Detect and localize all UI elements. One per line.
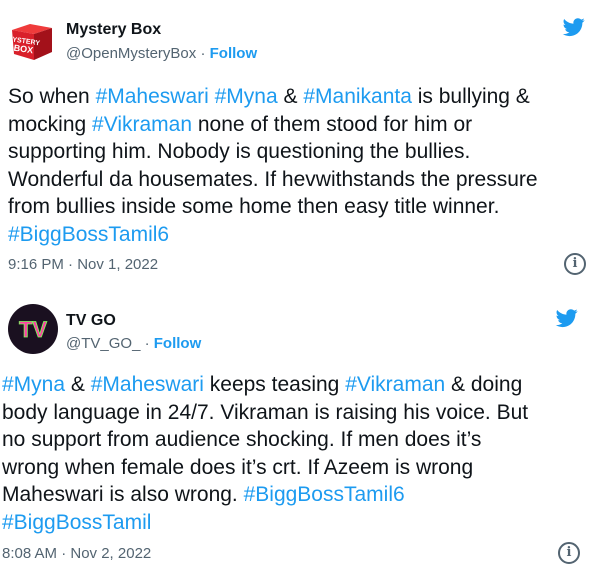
tweet-text-segment: body language in 24/7. Vikraman is raisi… bbox=[2, 400, 529, 424]
author-handle[interactable]: @TV_GO_ bbox=[66, 335, 140, 352]
follow-button[interactable]: Follow bbox=[154, 335, 202, 352]
tv-go-avatar[interactable]: TV bbox=[8, 304, 58, 354]
tweet-text-line: So when #Maheswari #Myna & #Manikanta is… bbox=[8, 83, 538, 111]
tweet-text-segment: So when bbox=[8, 85, 96, 108]
tweet-text-line: Wonderful da housemates. If hevwithstand… bbox=[8, 166, 538, 194]
hashtag-link[interactable]: #Vikraman bbox=[345, 373, 445, 396]
twitter-bird-icon[interactable] bbox=[561, 16, 587, 38]
hashtag-link[interactable]: #Maheswari bbox=[91, 373, 204, 396]
hashtag-link[interactable]: #Manikanta bbox=[303, 85, 412, 108]
hashtag-link[interactable]: #BiggBossTamil bbox=[2, 511, 151, 534]
tweet-text-line: Maheswari is also wrong. #BiggBossTamil6 bbox=[2, 481, 528, 509]
separator-dot: · bbox=[200, 45, 206, 62]
hashtag-link[interactable]: #BiggBossTamil6 bbox=[8, 223, 169, 246]
author-name[interactable]: Mystery Box bbox=[66, 21, 161, 39]
tweet-card: MYSTERY BOX Mystery Box @OpenMysteryBox … bbox=[0, 0, 597, 289]
tweet-text-segment: Wonderful da housemates. If hevwithstand… bbox=[8, 167, 538, 191]
tweet-text-segment: no support from audience shocking. If me… bbox=[2, 428, 482, 451]
tweet-text-segment: keeps teasing bbox=[203, 373, 346, 396]
twitter-bird-icon[interactable] bbox=[554, 307, 580, 329]
tweet-text-line: no support from audience shocking. If me… bbox=[2, 426, 528, 454]
tweet-text-segment: & bbox=[277, 85, 304, 108]
tweet-text: #Myna & #Maheswari keeps teasing #Vikram… bbox=[2, 371, 528, 536]
tweet-text-segment: none of them stood for him or bbox=[192, 112, 473, 136]
author-handle-line: @OpenMysteryBox · Follow bbox=[66, 45, 257, 62]
hashtag-link[interactable]: #BiggBossTamil6 bbox=[244, 483, 405, 506]
mystery-box-avatar[interactable]: MYSTERY BOX bbox=[8, 14, 56, 62]
tweet-text-segment: from bullies inside some home then easy … bbox=[8, 195, 500, 218]
separator-dot: · bbox=[144, 335, 150, 352]
tweet-card: TV TV GO @TV_GO_ · Follow #Myna & #Mahes… bbox=[0, 289, 597, 573]
tweet-text-segment: & doing bbox=[445, 373, 523, 396]
tweet-text: So when #Maheswari #Myna & #Manikanta is… bbox=[8, 83, 538, 248]
info-icon[interactable]: i bbox=[558, 542, 580, 564]
tweet-text-line: #Myna & #Maheswari keeps teasing #Vikram… bbox=[2, 371, 528, 399]
tweet-text-segment: & bbox=[65, 373, 91, 396]
tweet-text-segment: mocking bbox=[8, 112, 93, 136]
tweet-text-segment: wrong when female does it’s crt. If Azee… bbox=[2, 455, 474, 479]
tweet-text-line: supporting him. Nobody is questioning th… bbox=[8, 138, 538, 166]
info-icon[interactable]: i bbox=[564, 253, 586, 275]
hashtag-link[interactable]: #Myna bbox=[215, 85, 278, 108]
author-handle[interactable]: @OpenMysteryBox bbox=[66, 45, 196, 62]
tweet-timestamp[interactable]: 9:16 PM · Nov 1, 2022 bbox=[8, 256, 158, 273]
author-handle-line: @TV_GO_ · Follow bbox=[66, 335, 201, 352]
follow-button[interactable]: Follow bbox=[210, 45, 258, 62]
tweet-text-line: #BiggBossTamil bbox=[2, 509, 528, 537]
hashtag-link[interactable]: #Myna bbox=[2, 373, 65, 396]
tweet-timestamp[interactable]: 8:08 AM · Nov 2, 2022 bbox=[2, 545, 151, 562]
tweet-text-segment: is bullying & bbox=[411, 85, 530, 108]
svg-text:TV: TV bbox=[19, 317, 47, 342]
tweet-text-line: mocking #Vikraman none of them stood for… bbox=[8, 111, 538, 139]
tweet-text-segment: supporting him. Nobody is questioning th… bbox=[8, 140, 471, 163]
tweet-text-segment: Maheswari is also wrong. bbox=[2, 483, 244, 506]
tweet-text-line: body language in 24/7. Vikraman is raisi… bbox=[2, 399, 528, 427]
author-name[interactable]: TV GO bbox=[66, 312, 116, 330]
tweet-text-line: from bullies inside some home then easy … bbox=[8, 193, 538, 221]
tweet-text-line: #BiggBossTamil6 bbox=[8, 221, 538, 249]
tweet-text-line: wrong when female does it’s crt. If Azee… bbox=[2, 454, 528, 482]
hashtag-link[interactable]: #Vikraman bbox=[92, 113, 192, 136]
hashtag-link[interactable]: #Maheswari bbox=[96, 85, 209, 108]
